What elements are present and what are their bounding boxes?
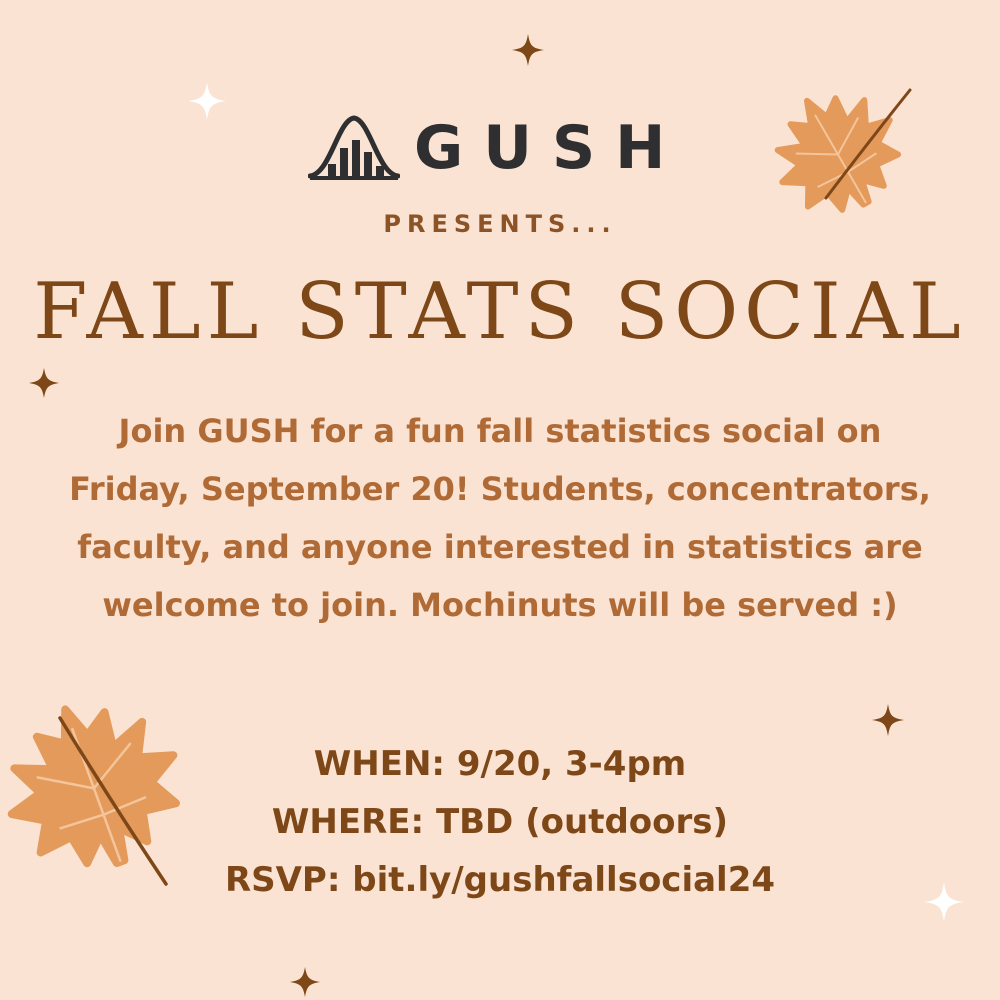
presents-label: PRESENTS... — [383, 210, 617, 238]
sparkle-icon — [512, 34, 544, 66]
sparkle-icon — [872, 704, 904, 736]
sparkle-icon — [290, 967, 320, 997]
sparkle-icon — [29, 368, 59, 398]
event-title: FALL STATS SOCIAL — [33, 267, 967, 357]
gush-logo: GUSH — [308, 112, 685, 184]
event-details: WHEN: 9/20, 3-4pm WHERE: TBD (outdoors) … — [0, 735, 1000, 909]
event-poster: GUSH PRESENTS... FALL STATS SOCIAL Join … — [0, 0, 1000, 1000]
event-description: Join GUSH for a fun fall statistics soci… — [69, 412, 931, 624]
logo-wordmark: GUSH — [414, 113, 686, 183]
event-rsvp-link[interactable]: RSVP: bit.ly/gushfallsocial24 — [0, 851, 1000, 909]
event-when: WHEN: 9/20, 3-4pm — [313, 744, 687, 784]
bell-curve-bars-icon — [308, 115, 400, 180]
sparkle-icon — [188, 82, 226, 120]
event-where: WHERE: TBD (outdoors) — [271, 802, 729, 842]
